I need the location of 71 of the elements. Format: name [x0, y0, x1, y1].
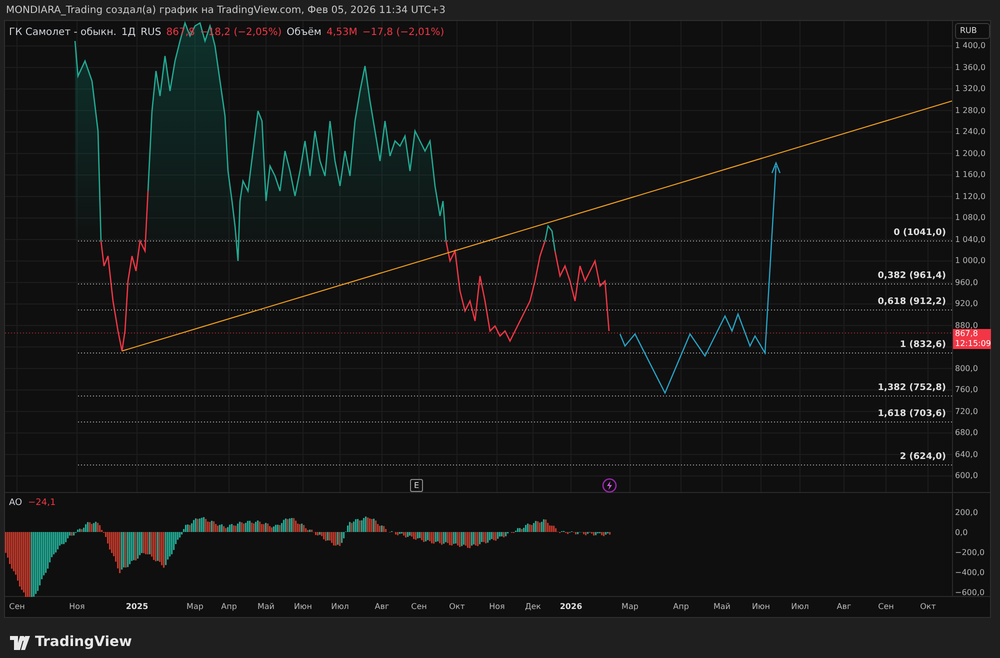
price-tick: 1 360,0	[955, 62, 986, 74]
fib-level-label: 2 (624,0)	[900, 451, 946, 464]
fib-level-label: 1,618 (703,6)	[878, 408, 946, 421]
price-tick: 1 320,0	[955, 83, 986, 95]
price-tick: 1 120,0	[955, 190, 986, 202]
interval-label[interactable]: 1Д	[121, 25, 136, 40]
last-price: 867,8	[955, 329, 979, 339]
time-tick: Мар	[622, 601, 638, 613]
time-tick: Июл	[791, 601, 809, 613]
currency-label[interactable]: RUB	[955, 23, 990, 39]
oscillator-tick: −600,0	[955, 587, 985, 599]
time-tick: 2026	[560, 601, 582, 613]
oscillator-tick: −200,0	[955, 547, 985, 559]
time-tick: 2025	[126, 601, 148, 613]
price-tick: 960,0	[955, 276, 978, 288]
price-tick: 800,0	[955, 362, 978, 374]
price-tick: 920,0	[955, 298, 978, 310]
time-tick: Авг	[374, 601, 390, 613]
time-tick: Дек	[525, 601, 541, 613]
price-tick: 1 280,0	[955, 104, 986, 116]
time-tick: Сен	[411, 601, 427, 613]
price-tick: 1 400,0	[955, 40, 986, 52]
bar-countdown: 12:15:09	[955, 339, 989, 349]
volume-value: 4,53M	[326, 26, 358, 40]
time-tick: Май	[258, 601, 274, 613]
symbol-name[interactable]: ГК Самолет - обыкн.	[9, 25, 116, 40]
price-tick: 600,0	[955, 470, 978, 482]
brand-name[interactable]: TradingView	[35, 632, 132, 653]
time-tick: Апр	[221, 601, 237, 613]
trend-line[interactable]	[122, 100, 952, 352]
time-tick: Май	[714, 601, 730, 613]
time-tick: Июн	[752, 601, 770, 613]
chart-attribution: MONDIARA_Trading создал(а) график на TradingView.com, Фев 05, 2026 11:34 UTC+3	[6, 4, 446, 18]
volume-change: −17,8 (−2,01%)	[362, 26, 444, 40]
lightning-icon[interactable]	[602, 478, 617, 493]
price-tick: 880,0	[955, 320, 978, 330]
fib-level-label: 0,382 (961,4)	[878, 270, 946, 283]
price-tick: 1 000,0	[955, 255, 986, 267]
time-tick: Июн	[294, 601, 312, 613]
time-tick: Июл	[331, 601, 349, 613]
time-tick: Сен	[9, 601, 25, 613]
fib-level-label: 0 (1041,0)	[894, 227, 946, 240]
oscillator-tick: 0,0	[955, 527, 968, 539]
oscillator-tick: −400,0	[955, 567, 985, 579]
price-tick: 1 080,0	[955, 212, 986, 224]
price-tick: 720,0	[955, 406, 978, 418]
price-tick: 1 040,0	[955, 234, 986, 246]
fib-level-label: 1 (832,6)	[900, 339, 946, 352]
time-tick: Сен	[878, 601, 894, 613]
price-tick: 680,0	[955, 427, 978, 439]
fib-level-label: 0,618 (912,2)	[878, 296, 946, 309]
price-tick: 1 200,0	[955, 148, 986, 160]
price-tick: 1 160,0	[955, 169, 986, 181]
time-tick: Мар	[186, 601, 204, 613]
event-marker[interactable]: E	[410, 479, 423, 492]
time-tick: Ноя	[489, 601, 505, 613]
indicator-name[interactable]: AO	[9, 497, 22, 510]
indicator-value: −24,1	[28, 497, 56, 510]
time-tick: Ноя	[69, 601, 85, 613]
oscillator-tick: 200,0	[955, 507, 978, 519]
time-tick: Окт	[920, 601, 936, 613]
fib-level-label: 1,382 (752,8)	[878, 382, 946, 395]
exchange-label: RUS	[140, 26, 162, 40]
price-tick: 760,0	[955, 384, 978, 396]
time-tick: Авг	[836, 601, 852, 613]
volume-label: Объём	[286, 26, 322, 40]
price-tick: 1 240,0	[955, 126, 986, 138]
logo-icon	[10, 636, 30, 650]
price-tick: 640,0	[955, 448, 978, 460]
time-tick: Окт	[449, 601, 465, 613]
time-tick: Апр	[673, 601, 689, 613]
